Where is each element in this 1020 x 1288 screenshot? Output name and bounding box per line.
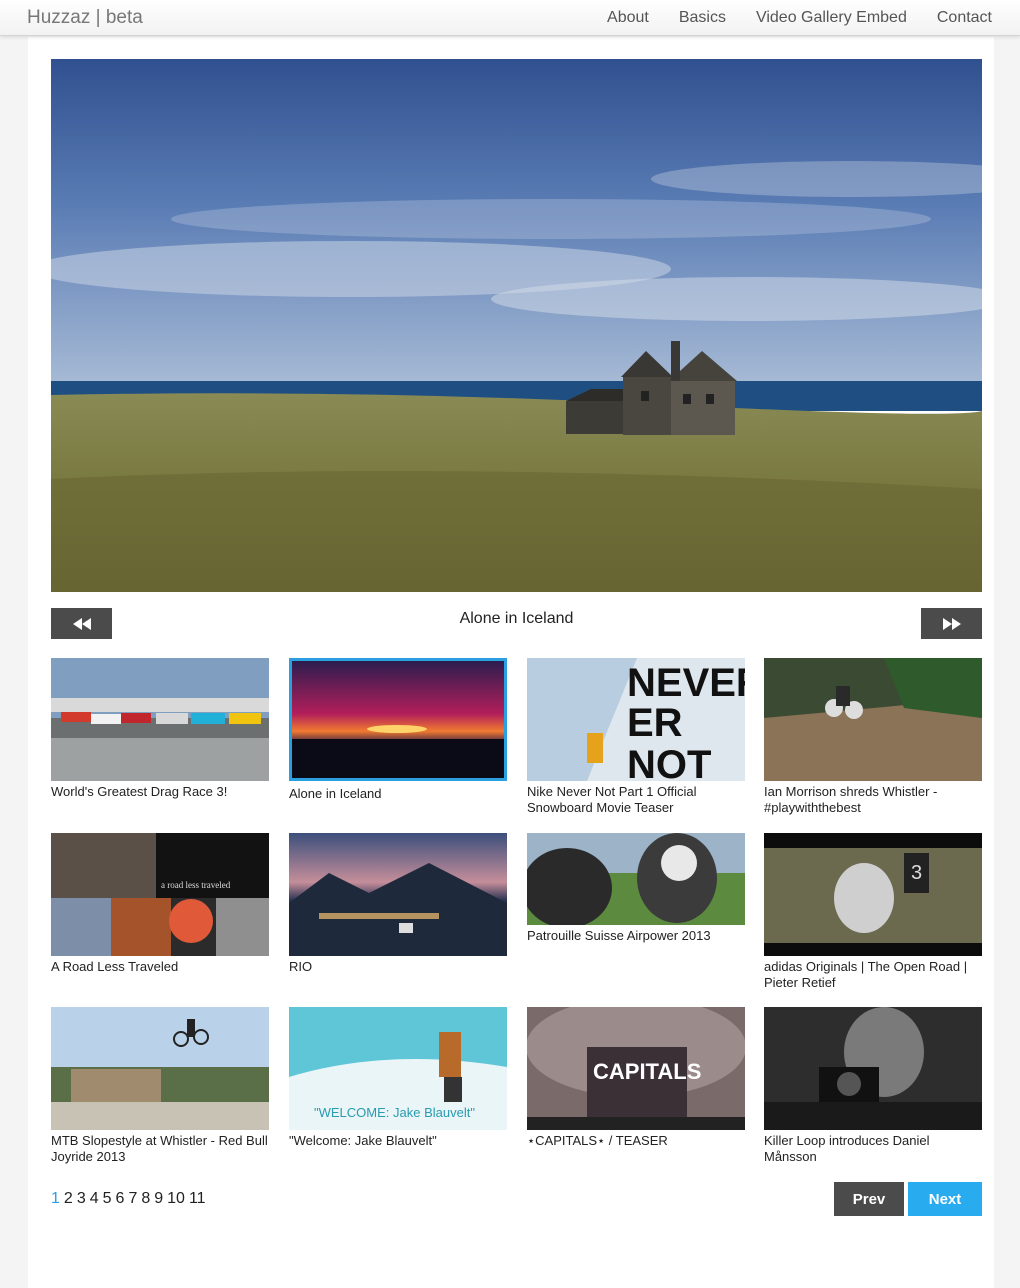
video-title: A Road Less Traveled bbox=[51, 959, 179, 974]
svg-text:a road less traveled: a road less traveled bbox=[161, 880, 231, 890]
page-link[interactable]: 1 bbox=[51, 1190, 60, 1208]
now-playing-title: Alone in Iceland bbox=[459, 610, 574, 627]
video-title: Ian Morrison shreds Whistler - #playwith… bbox=[764, 784, 938, 815]
page-link[interactable]: 11 bbox=[189, 1190, 206, 1208]
video-thumbnail[interactable] bbox=[764, 1007, 982, 1130]
video-thumbnail[interactable] bbox=[289, 833, 507, 956]
video-card[interactable]: RIO bbox=[289, 833, 507, 975]
nav-about-link[interactable]: About bbox=[607, 9, 649, 27]
page-link[interactable]: 5 bbox=[103, 1190, 112, 1208]
next-page-button[interactable]: Next bbox=[908, 1182, 982, 1216]
prev-page-button[interactable]: Prev bbox=[834, 1182, 904, 1216]
video-title: Patrouille Suisse Airpower 2013 bbox=[527, 928, 711, 943]
svg-text:NOT: NOT bbox=[627, 743, 711, 781]
fast-forward-icon bbox=[942, 617, 961, 630]
video-card-active[interactable]: Alone in Iceland bbox=[289, 658, 507, 802]
page-link[interactable]: 9 bbox=[154, 1190, 163, 1208]
page-link[interactable]: 10 bbox=[167, 1190, 185, 1208]
video-card[interactable]: "WELCOME: Jake Blauvelt" "Welcome: Jake … bbox=[289, 1007, 507, 1149]
previous-video-button[interactable] bbox=[51, 608, 112, 639]
nav-contact-link[interactable]: Contact bbox=[937, 9, 992, 27]
brand-logo[interactable]: Huzzaz | beta bbox=[27, 7, 143, 29]
page-link[interactable]: 7 bbox=[128, 1190, 137, 1208]
video-title: Nike Never Not Part 1 Official Snowboard… bbox=[527, 784, 697, 815]
video-card[interactable]: MTB Slopestyle at Whistler - Red Bull Jo… bbox=[51, 1007, 269, 1165]
next-video-button[interactable] bbox=[921, 608, 982, 639]
svg-text:NEVER: NEVER bbox=[627, 661, 745, 705]
video-card[interactable]: CAPITALS ⋆CAPITALS⋆ / TEASER bbox=[527, 1007, 745, 1149]
video-card[interactable]: NEVER ER NOT Nike Never Not Part 1 Offic… bbox=[527, 658, 745, 816]
video-title: MTB Slopestyle at Whistler - Red Bull Jo… bbox=[51, 1133, 268, 1164]
video-thumbnail[interactable]: a road less traveled bbox=[51, 833, 269, 956]
top-navbar: Huzzaz | beta About Basics Video Gallery… bbox=[0, 0, 1020, 36]
page-link[interactable]: 2 bbox=[64, 1190, 73, 1208]
svg-text:CAPITALS: CAPITALS bbox=[593, 1059, 701, 1084]
svg-text:ER: ER bbox=[627, 701, 683, 745]
page-link[interactable]: 8 bbox=[141, 1190, 150, 1208]
svg-text:3: 3 bbox=[911, 862, 922, 884]
pagination: 1 2 3 4 5 6 7 8 9 10 11 bbox=[51, 1190, 206, 1208]
video-title: "Welcome: Jake Blauvelt" bbox=[289, 1133, 437, 1148]
video-thumbnail[interactable]: NEVER ER NOT bbox=[527, 658, 745, 781]
video-card[interactable]: a road less traveled A Road Less Travele… bbox=[51, 833, 269, 975]
page-link[interactable]: 6 bbox=[116, 1190, 125, 1208]
video-thumbnail[interactable] bbox=[51, 658, 269, 781]
video-title: Killer Loop introduces Daniel Månsson bbox=[764, 1133, 930, 1164]
video-title: adidas Originals | The Open Road | Piete… bbox=[764, 959, 968, 990]
video-title: World's Greatest Drag Race 3! bbox=[51, 784, 228, 799]
page-link[interactable]: 3 bbox=[77, 1190, 86, 1208]
video-card[interactable]: Ian Morrison shreds Whistler - #playwith… bbox=[764, 658, 982, 816]
video-card[interactable]: 3 adidas Originals | The Open Road | Pie… bbox=[764, 833, 982, 991]
nav-links: About Basics Video Gallery Embed Contact bbox=[607, 0, 992, 36]
rewind-icon bbox=[72, 617, 91, 630]
video-title: RIO bbox=[289, 959, 313, 974]
video-thumbnail[interactable]: CAPITALS bbox=[527, 1007, 745, 1130]
video-player[interactable] bbox=[51, 59, 982, 592]
video-thumbnail[interactable]: "WELCOME: Jake Blauvelt" bbox=[289, 1007, 507, 1130]
video-title: Alone in Iceland bbox=[289, 786, 382, 801]
video-thumbnail[interactable] bbox=[527, 833, 745, 925]
nav-basics-link[interactable]: Basics bbox=[679, 9, 726, 27]
video-title: ⋆CAPITALS⋆ / TEASER bbox=[527, 1133, 668, 1148]
video-card[interactable]: World's Greatest Drag Race 3! bbox=[51, 658, 269, 800]
video-thumbnail[interactable] bbox=[51, 1007, 269, 1130]
video-card[interactable]: Killer Loop introduces Daniel Månsson bbox=[764, 1007, 982, 1165]
page-link[interactable]: 4 bbox=[90, 1190, 99, 1208]
video-card[interactable]: Patrouille Suisse Airpower 2013 bbox=[527, 833, 745, 944]
video-thumbnail[interactable] bbox=[764, 658, 982, 781]
video-thumbnail[interactable] bbox=[289, 658, 507, 781]
nav-video-gallery-embed-link[interactable]: Video Gallery Embed bbox=[756, 9, 907, 27]
video-frame-image bbox=[51, 59, 982, 592]
svg-text:"WELCOME: Jake Blauvelt": "WELCOME: Jake Blauvelt" bbox=[314, 1105, 475, 1120]
video-thumbnail[interactable]: 3 bbox=[764, 833, 982, 956]
